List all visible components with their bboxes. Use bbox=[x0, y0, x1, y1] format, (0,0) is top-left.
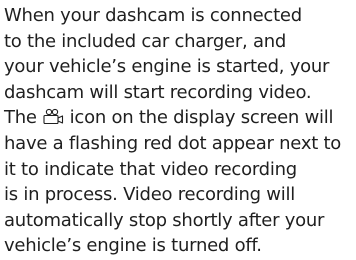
line-text-before-icon: The bbox=[4, 107, 43, 129]
paragraph-line: When your dashcam is connected bbox=[4, 5, 302, 26]
video-camera-icon bbox=[43, 109, 64, 125]
paragraph-line: your vehicle’s engine is started, your bbox=[4, 56, 330, 78]
paragraph-line: automatically stop shortly after your bbox=[4, 209, 325, 231]
paragraph-line: have a flashing red dot appear next to bbox=[4, 132, 342, 154]
paragraph-line: to the included car charger, and bbox=[4, 30, 287, 52]
paragraph-line: it to indicate that video recording bbox=[4, 158, 297, 180]
paragraph-line: vehicle’s engine is turned off. bbox=[4, 235, 262, 257]
paragraph-line-with-icon: The icon on the display screen will bbox=[4, 105, 354, 131]
instruction-paragraph: When your dashcam is connected to the in… bbox=[4, 3, 354, 259]
line-text-after-icon: icon on the display screen will bbox=[64, 107, 334, 129]
paragraph-line: is in process. Video recording will bbox=[4, 184, 296, 206]
paragraph-line: dashcam will start recording video. bbox=[4, 81, 312, 103]
